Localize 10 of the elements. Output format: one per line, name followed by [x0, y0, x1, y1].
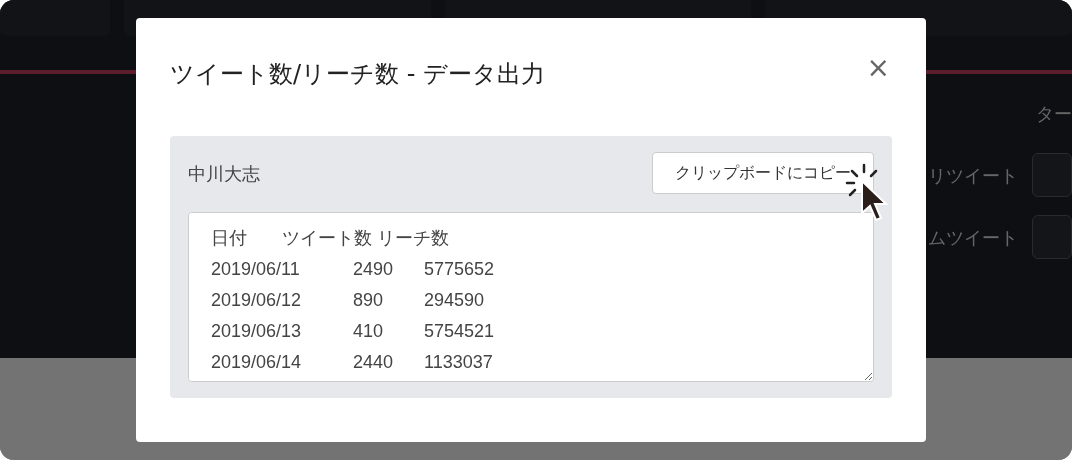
dropdown-button[interactable] [1032, 215, 1072, 259]
close-button[interactable]: × [866, 54, 890, 82]
person-name: 中川大志 [188, 161, 260, 186]
setting-label: ムツイート [928, 225, 1018, 250]
output-textarea[interactable]: 日付 ツイート数 リーチ数 2019/06/11 2490 5775652 2019/06/12 890 294590 2019/06/13 410 5754521 2019/06/14 2440 1133037 [188, 212, 874, 382]
copy-button[interactable]: クリップボードにコピー [652, 152, 874, 194]
section-heading: ター [1036, 101, 1072, 126]
dropdown-button[interactable] [1032, 153, 1072, 197]
modal-title: ツイート数/リーチ数 - データ出力 [170, 59, 545, 90]
setting-label: リツイート [928, 163, 1018, 188]
